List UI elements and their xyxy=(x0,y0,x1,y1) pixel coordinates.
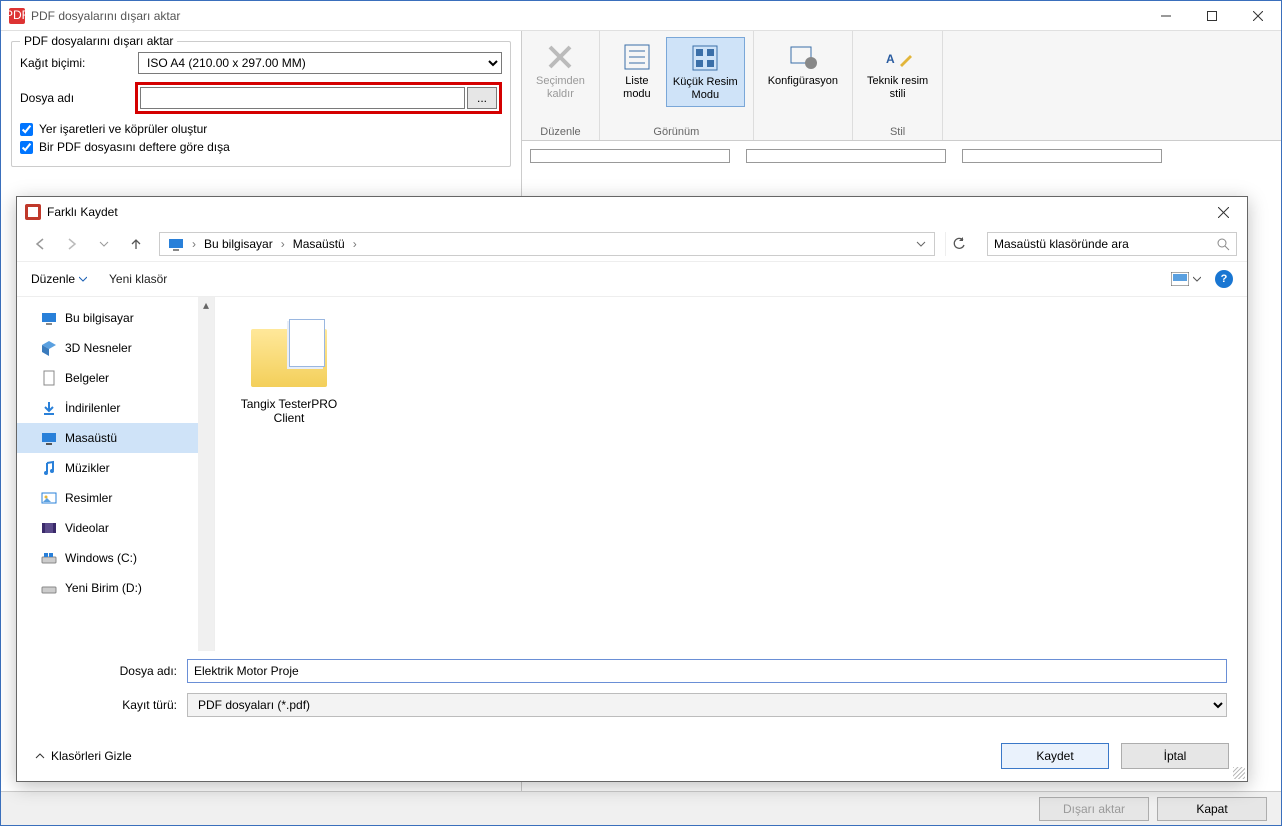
resize-grip[interactable] xyxy=(1233,767,1245,779)
tree-videos[interactable]: Videolar xyxy=(17,513,198,543)
bookmarks-label: Yer işaretleri ve köprüler oluştur xyxy=(39,122,207,136)
search-icon xyxy=(1216,237,1230,251)
drawing-style-button[interactable]: A Teknik resim stili xyxy=(861,37,934,105)
paper-label: Kağıt biçimi: xyxy=(20,56,138,70)
filename-label: Dosya adı xyxy=(20,91,138,105)
monitor-icon xyxy=(168,236,184,252)
tree-desktop[interactable]: Masaüstü xyxy=(17,423,198,453)
ribbon: Seçimden kaldır Düzenle Liste modu Küçük… xyxy=(522,31,1281,141)
monitor-icon xyxy=(41,310,57,326)
folder-icon xyxy=(249,311,329,391)
tree-documents[interactable]: Belgeler xyxy=(17,363,198,393)
export-button: Dışarı aktar xyxy=(1039,797,1149,821)
nav-up-button[interactable] xyxy=(123,231,149,257)
thumb-icon xyxy=(689,42,721,74)
download-icon xyxy=(41,400,57,416)
save-button[interactable]: Kaydet xyxy=(1001,743,1109,769)
filename-label: Dosya adı: xyxy=(97,664,187,678)
titlebar: PDF PDF dosyalarını dışarı aktar xyxy=(1,1,1281,31)
organize-button[interactable]: Düzenle xyxy=(31,272,87,286)
file-area[interactable]: Tangix TesterPRO Client xyxy=(215,297,1247,651)
folder-item[interactable]: Tangix TesterPRO Client xyxy=(229,311,349,425)
tree-downloads[interactable]: İndirilenler xyxy=(17,393,198,423)
remove-selection-button: Seçimden kaldır xyxy=(530,37,591,105)
music-icon xyxy=(41,460,57,476)
saveas-icon xyxy=(25,204,41,220)
saveas-close-button[interactable] xyxy=(1207,198,1239,226)
thumbnail[interactable] xyxy=(530,149,730,163)
thumb-mode-button[interactable]: Küçük Resim Modu xyxy=(666,37,745,107)
remove-icon xyxy=(544,41,576,73)
tree-windows-c[interactable]: Windows (C:) xyxy=(17,543,198,573)
breadcrumb-desktop[interactable]: Masaüstü xyxy=(287,233,351,255)
address-bar[interactable]: › Bu bilgisayar › Masaüstü › xyxy=(159,232,935,256)
refresh-button[interactable] xyxy=(945,232,971,256)
desktop-icon xyxy=(41,430,57,446)
scroll-up-icon[interactable]: ▴ xyxy=(198,297,214,313)
thumbnail[interactable] xyxy=(962,149,1162,163)
picture-icon xyxy=(1171,272,1189,286)
nav-recent-button[interactable] xyxy=(91,231,117,257)
filetype-label: Kayıt türü: xyxy=(97,698,187,712)
list-icon xyxy=(621,41,653,73)
close-button[interactable] xyxy=(1235,1,1281,31)
nav-tree: Bu bilgisayar 3D Nesneler Belgeler İndir… xyxy=(17,297,215,651)
ribbon-group-style: Stil xyxy=(890,126,905,138)
filetype-select[interactable]: PDF dosyaları (*.pdf) xyxy=(187,693,1227,717)
ribbon-group-config xyxy=(801,126,804,138)
close-main-button[interactable]: Kapat xyxy=(1157,797,1267,821)
tree-pictures[interactable]: Resimler xyxy=(17,483,198,513)
nav-forward-button[interactable] xyxy=(59,231,85,257)
nav-back-button[interactable] xyxy=(27,231,53,257)
list-mode-button[interactable]: Liste modu xyxy=(608,37,666,107)
address-dropdown-button[interactable] xyxy=(910,233,932,255)
maximize-button[interactable] xyxy=(1189,1,1235,31)
config-icon xyxy=(787,41,819,73)
picture-icon xyxy=(41,490,57,506)
tree-this-pc[interactable]: Bu bilgisayar xyxy=(17,303,198,333)
bookmarks-checkbox[interactable] xyxy=(20,123,33,136)
style-icon: A xyxy=(882,41,914,73)
breadcrumb-pc[interactable]: Bu bilgisayar xyxy=(198,233,279,255)
save-as-dialog: Farklı Kaydet › Bu bilgisayar › Masaüstü… xyxy=(16,196,1248,782)
ribbon-group-view: Görünüm xyxy=(653,126,699,138)
ribbon-group-edit: Düzenle xyxy=(540,126,580,138)
tree-new-volume[interactable]: Yeni Birim (D:) xyxy=(17,573,198,603)
groupbox-title: PDF dosyalarını dışarı aktar xyxy=(20,34,177,48)
document-icon xyxy=(41,370,57,386)
paper-select[interactable]: ISO A4 (210.00 x 297.00 MM) xyxy=(138,52,502,74)
chevron-up-icon xyxy=(35,751,45,761)
search-input[interactable]: Masaüstü klasöründe ara xyxy=(987,232,1237,256)
bottom-bar: Dışarı aktar Kapat xyxy=(1,791,1281,825)
tree-music[interactable]: Müzikler xyxy=(17,453,198,483)
per-book-label: Bir PDF dosyasını deftere göre dışa xyxy=(39,140,230,154)
help-button[interactable]: ? xyxy=(1215,270,1233,288)
view-mode-button[interactable] xyxy=(1171,272,1201,286)
tree-3d-objects[interactable]: 3D Nesneler xyxy=(17,333,198,363)
cube-icon xyxy=(41,340,57,356)
minimize-button[interactable] xyxy=(1143,1,1189,31)
cancel-button[interactable]: İptal xyxy=(1121,743,1229,769)
saveas-title: Farklı Kaydet xyxy=(47,205,1207,219)
drive-icon xyxy=(41,550,57,566)
new-folder-button[interactable]: Yeni klasör xyxy=(109,272,167,286)
filename-field[interactable] xyxy=(187,659,1227,683)
thumbnail[interactable] xyxy=(746,149,946,163)
hide-folders-button[interactable]: Klasörleri Gizle xyxy=(35,749,132,763)
tree-scrollbar[interactable]: ▴ xyxy=(198,297,214,651)
app-icon: PDF xyxy=(9,8,25,24)
drive-icon xyxy=(41,580,57,596)
video-icon xyxy=(41,520,57,536)
filename-input[interactable] xyxy=(140,87,465,109)
svg-text:A: A xyxy=(886,52,895,66)
browse-button[interactable]: ... xyxy=(467,87,497,109)
folder-label: Tangix TesterPRO Client xyxy=(229,397,349,425)
config-button[interactable]: Konfigürasyon xyxy=(762,37,844,92)
svg-text:PDF: PDF xyxy=(9,8,25,22)
per-book-checkbox[interactable] xyxy=(20,141,33,154)
window-title: PDF dosyalarını dışarı aktar xyxy=(31,9,1143,23)
search-placeholder: Masaüstü klasöründe ara xyxy=(994,237,1129,251)
